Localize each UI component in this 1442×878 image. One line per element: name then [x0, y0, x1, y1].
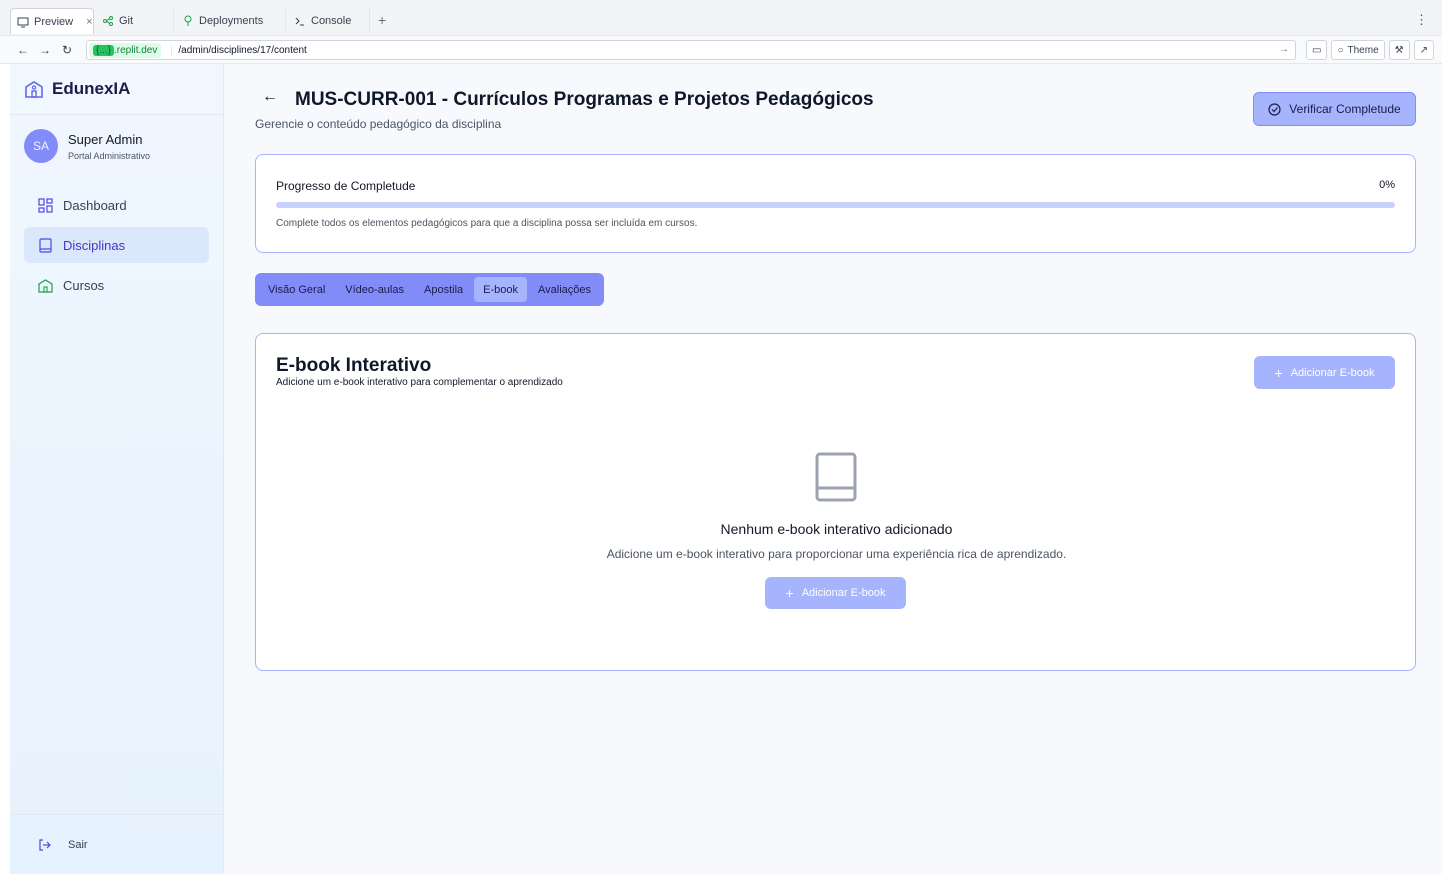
verify-label: Verificar Completude	[1289, 102, 1401, 116]
user-profile: SA Super Admin Portal Administrativo	[10, 115, 223, 177]
git-icon	[103, 16, 113, 26]
brand[interactable]: EdunexIA	[10, 64, 223, 115]
tab-console[interactable]: Console	[288, 8, 370, 34]
theme-icon: ○	[1337, 44, 1344, 56]
go-icon[interactable]: →	[1279, 44, 1289, 55]
logout-button[interactable]: Sair	[10, 814, 224, 874]
back-icon[interactable]: ←	[12, 43, 34, 57]
url-path: /admin/disciplines/17/content	[171, 44, 307, 56]
tab-label: Git	[119, 15, 134, 27]
tab-avaliacoes[interactable]: Avaliações	[529, 277, 600, 302]
grid-icon	[38, 197, 53, 213]
empty-state-subtitle: Adicione um e-book interativo para propo…	[606, 547, 1067, 561]
progress-title: Progresso de Completude	[276, 179, 416, 193]
content-tabs: Visão Geral Vídeo-aulas Apostila E-book …	[255, 273, 604, 306]
verify-completeness-button[interactable]: Verificar Completude	[1253, 92, 1416, 126]
sidebar-item-dashboard[interactable]: Dashboard	[24, 187, 209, 223]
page-title: MUS-CURR-001 - Currículos Programas e Pr…	[295, 89, 874, 110]
domain-label: .replit.dev	[114, 44, 158, 56]
add-ebook-label: Adicionar E-book	[1290, 366, 1375, 379]
sidebar-item-label: Cursos	[63, 277, 105, 293]
reload-icon[interactable]: ↻	[56, 43, 78, 57]
open-external-icon[interactable]: ↗	[1413, 40, 1434, 60]
more-menu-icon[interactable]: ⋮	[1415, 12, 1428, 28]
replit-chip: {...}	[93, 44, 115, 56]
tab-label: Console	[311, 15, 352, 27]
page-subtitle: Gerencie o conteúdo pedagógico da discip…	[255, 117, 502, 131]
theme-label: Theme	[1347, 44, 1379, 56]
sidebar-item-cursos[interactable]: Cursos	[24, 267, 209, 303]
progress-note: Complete todos os elementos pedagógicos …	[276, 218, 698, 229]
tab-apostila[interactable]: Apostila	[415, 277, 472, 302]
add-ebook-empty-label: Adicionar E-book	[801, 587, 886, 599]
progress-card: Progresso de Completude 0% Complete todo…	[255, 154, 1416, 253]
tab-ebook[interactable]: E-book	[474, 277, 527, 302]
sidebar-item-label: Disciplinas	[63, 237, 126, 253]
theme-button[interactable]: ○ Theme	[1331, 40, 1385, 60]
app: EdunexIA SA Super Admin Portal Administr…	[10, 64, 1442, 874]
close-icon[interactable]: ×	[86, 16, 92, 28]
url-field[interactable]: {...} .replit.dev /admin/disciplines/17/c…	[86, 40, 1296, 60]
terminal-icon	[295, 17, 304, 26]
tab-label: Deployments	[199, 15, 264, 27]
tab-deployments[interactable]: Deployments	[176, 8, 286, 34]
school-logo-icon	[25, 81, 43, 98]
empty-state-title: Nenhum e-book interativo adicionado	[720, 521, 953, 537]
main-content: ← MUS-CURR-001 - Currículos Programas e …	[224, 64, 1442, 874]
plus-icon: +	[785, 585, 794, 601]
tab-git[interactable]: Git	[96, 8, 174, 34]
tab-video-aulas[interactable]: Vídeo-aulas	[336, 277, 413, 302]
school-icon	[38, 278, 53, 293]
forward-icon[interactable]: →	[34, 43, 56, 57]
plus-icon: +	[1274, 364, 1283, 381]
sidebar-item-disciplinas[interactable]: Disciplinas	[24, 227, 209, 263]
tab-label: Preview	[34, 15, 74, 28]
sidebar: EdunexIA SA Super Admin Portal Administr…	[10, 64, 224, 874]
avatar: SA	[24, 129, 58, 163]
logout-label: Sair	[68, 838, 88, 851]
user-name: Super Admin	[68, 131, 143, 147]
user-role: Portal Administrativo	[68, 150, 151, 161]
brand-name: EdunexIA	[52, 79, 131, 98]
book-empty-icon	[815, 452, 857, 502]
back-arrow-icon[interactable]: ←	[262, 88, 278, 106]
add-tab-button[interactable]: +	[378, 12, 386, 28]
browser-tab-strip: Preview × Git Deployments Console + ⋮	[0, 0, 1442, 36]
monitor-icon	[17, 17, 29, 27]
logout-icon	[39, 838, 51, 851]
domain-chip: {...} .replit.dev	[89, 42, 162, 58]
ebook-subtitle: Adicione um e-book interativo para compl…	[276, 377, 563, 388]
device-icon[interactable]: ▭	[1306, 40, 1328, 60]
sidebar-item-label: Dashboard	[63, 197, 127, 213]
devtools-icon[interactable]: ⚒	[1388, 40, 1410, 60]
progress-percent: 0%	[1379, 179, 1395, 191]
add-ebook-button[interactable]: + Adicionar E-book	[1254, 356, 1395, 389]
deploy-icon	[184, 15, 192, 26]
add-ebook-empty-button[interactable]: + Adicionar E-book	[765, 577, 906, 609]
tab-visao-geral[interactable]: Visão Geral	[259, 277, 334, 302]
progress-bar	[276, 202, 1395, 208]
address-bar: ← → ↻ {...} .replit.dev /admin/discipline…	[0, 36, 1442, 64]
ebook-title: E-book Interativo	[276, 355, 432, 376]
ebook-card: E-book Interativo Adicione um e-book int…	[255, 333, 1416, 671]
tab-preview[interactable]: Preview ×	[10, 8, 94, 34]
book-icon	[39, 237, 52, 253]
check-circle-icon	[1268, 102, 1281, 116]
sidebar-nav: Dashboard Disciplinas Cursos	[10, 177, 223, 317]
